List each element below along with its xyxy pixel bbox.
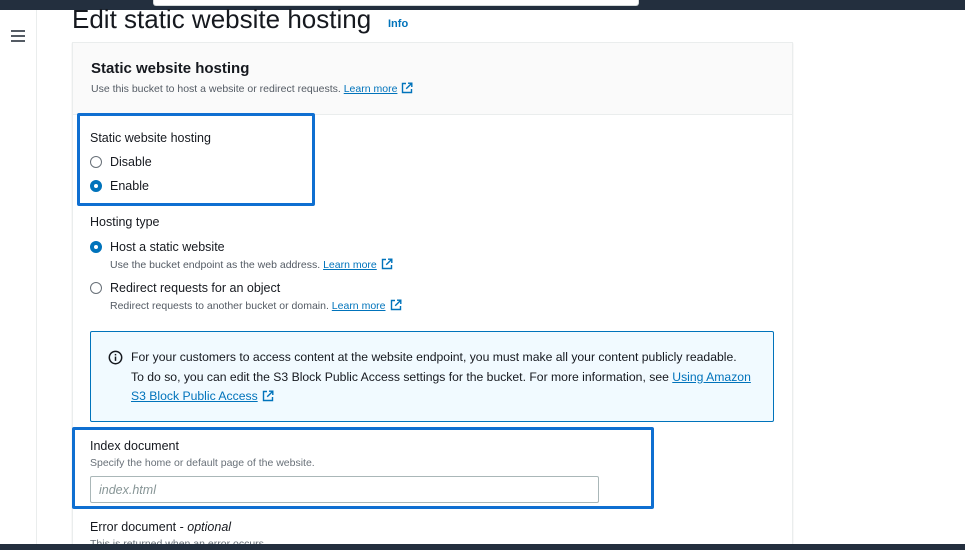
external-link-icon (381, 258, 393, 270)
radio-disable[interactable]: Disable (90, 155, 152, 169)
index-document-label: Index document (90, 439, 179, 453)
menu-icon[interactable] (11, 30, 25, 42)
info-circle-icon (108, 350, 123, 365)
static-website-hosting-panel: Static website hosting Use this bucket t… (72, 42, 793, 550)
index-document-input[interactable] (90, 476, 599, 503)
radio-enable-button[interactable] (90, 180, 102, 192)
info-link[interactable]: Info (388, 18, 408, 30)
radio-host-static-label: Host a static website (110, 240, 225, 254)
external-link-icon (390, 299, 401, 311)
radio-redirect-button[interactable] (90, 282, 102, 294)
redirect-description: Redirect requests to another bucket or d… (110, 299, 402, 312)
hosting-type-label: Hosting type (90, 215, 160, 229)
radio-disable-label: Disable (110, 155, 152, 169)
block-public-access-alert: For your customers to access content at … (90, 331, 774, 422)
page-title: Edit static website hosting (72, 4, 372, 34)
redirect-learn-more-link[interactable]: Learn more (332, 299, 402, 312)
hosting-field-label: Static website hosting (90, 131, 211, 145)
side-navigation-rail (0, 10, 37, 544)
radio-disable-button[interactable] (90, 156, 102, 168)
section-title: Static website hosting (91, 60, 250, 77)
host-static-learn-more-link[interactable]: Learn more (323, 258, 393, 271)
radio-enable-label: Enable (110, 179, 149, 193)
external-link-icon (402, 82, 413, 94)
host-static-description: Use the bucket endpoint as the web addre… (110, 258, 393, 271)
radio-enable[interactable]: Enable (90, 179, 149, 193)
radio-redirect-requests[interactable]: Redirect requests for an object (90, 281, 280, 295)
panel-header: Static website hosting Use this bucket t… (73, 43, 792, 115)
external-link-icon (262, 390, 274, 402)
radio-redirect-label: Redirect requests for an object (110, 281, 281, 295)
radio-host-static-website[interactable]: Host a static website (90, 240, 225, 254)
section-description: Use this bucket to host a website or red… (91, 82, 413, 95)
learn-more-link[interactable]: Learn more (344, 82, 414, 95)
error-document-label: Error document - optional (90, 520, 232, 534)
index-document-description: Specify the home or default page of the … (90, 457, 315, 469)
alert-message: For your customers to access content at … (131, 350, 751, 403)
radio-host-static-button[interactable] (90, 241, 102, 253)
bottom-bar (0, 544, 965, 550)
